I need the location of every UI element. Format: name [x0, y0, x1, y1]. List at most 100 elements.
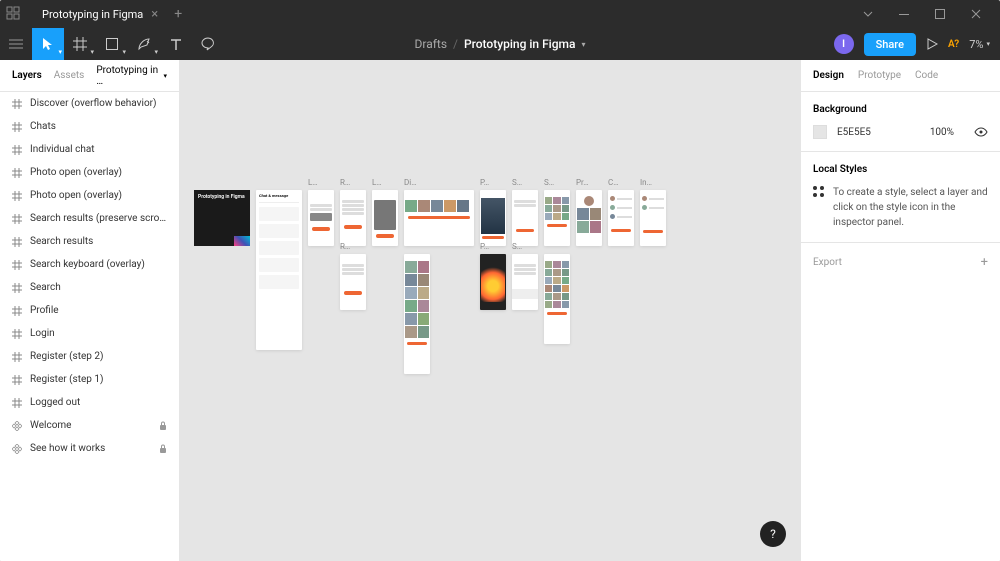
canvas[interactable]: Prototyping in Figma Chat & message L… R…	[180, 60, 800, 561]
figma-menu-icon[interactable]	[6, 6, 22, 22]
layer-row[interactable]: Login	[0, 322, 179, 345]
page-selector[interactable]: Prototyping in … ▾	[96, 65, 167, 87]
file-tab[interactable]: Prototyping in Figma ×	[34, 7, 166, 22]
canvas-frame[interactable]: P…	[480, 254, 506, 310]
workspace: Layers Assets Prototyping in … ▾ Discove…	[0, 60, 1000, 561]
tab-layers[interactable]: Layers	[12, 70, 42, 81]
layer-row[interactable]: Profile	[0, 299, 179, 322]
visibility-toggle-icon[interactable]	[974, 127, 988, 137]
zoom-value: 7%	[969, 38, 983, 51]
hamburger-menu-icon[interactable]	[0, 28, 32, 60]
comment-tool[interactable]	[192, 28, 224, 60]
canvas-frame[interactable]: S…	[512, 254, 538, 310]
frame-icon	[12, 191, 22, 201]
layer-name: Login	[30, 328, 167, 339]
layer-row[interactable]: Search keyboard (overlay)	[0, 253, 179, 276]
layer-row[interactable]: Logged out	[0, 391, 179, 414]
layer-name: Profile	[30, 305, 167, 316]
color-hex-input[interactable]: E5E5E5	[837, 127, 920, 138]
layer-name: Photo open (overlay)	[30, 190, 167, 201]
canvas-frame[interactable]: L…	[372, 190, 398, 246]
frame-icon	[12, 283, 22, 293]
left-panel-tabs: Layers Assets Prototyping in … ▾	[0, 60, 179, 92]
frame-icon	[12, 329, 22, 339]
lock-icon[interactable]	[159, 444, 167, 453]
text-tool[interactable]	[160, 28, 192, 60]
layer-row[interactable]: Individual chat	[0, 138, 179, 161]
canvas-frame[interactable]: R…	[340, 190, 366, 246]
canvas-frame[interactable]: Pr…	[576, 190, 602, 246]
chevron-down-icon[interactable]: ▾	[581, 40, 585, 49]
layers-list[interactable]: Discover (overflow behavior)ChatsIndivid…	[0, 92, 179, 561]
layer-row[interactable]: Photo open (overlay)	[0, 184, 179, 207]
canvas-frame[interactable]: Chat & message	[256, 190, 302, 350]
minimize-button[interactable]	[886, 0, 922, 28]
canvas-frame[interactable]: S…	[544, 190, 570, 246]
section-title: Background	[813, 104, 988, 115]
layer-row[interactable]: Register (step 2)	[0, 345, 179, 368]
breadcrumb-folder[interactable]: Drafts	[415, 37, 448, 51]
title-bar: Prototyping in Figma × +	[0, 0, 1000, 28]
share-button[interactable]: Share	[864, 33, 916, 56]
canvas-frame[interactable]: P…	[480, 190, 506, 246]
close-button[interactable]	[958, 0, 994, 28]
frame-icon	[12, 122, 22, 132]
canvas-frame[interactable]: In…	[640, 190, 666, 246]
tab-design[interactable]: Design	[813, 70, 844, 81]
user-avatar[interactable]: I	[834, 34, 854, 54]
component-icon	[12, 444, 22, 454]
chevron-down-icon: ▾	[986, 40, 990, 48]
layer-row[interactable]: Search	[0, 276, 179, 299]
frame-tool[interactable]: ▾	[64, 28, 96, 60]
window-controls	[850, 0, 994, 28]
figma-app: Prototyping in Figma × + ▾ ▾ ▾ ▾	[0, 0, 1000, 561]
layer-row[interactable]: Discover (overflow behavior)	[0, 92, 179, 115]
styles-hint-text: To create a style, select a layer and cl…	[833, 185, 988, 230]
zoom-selector[interactable]: 7% ▾	[969, 38, 990, 51]
right-panel: Design Prototype Code Background E5E5E5 …	[800, 60, 1000, 561]
chevron-down-icon: ▾	[90, 48, 94, 56]
color-swatch[interactable]	[813, 125, 827, 139]
cover-frame[interactable]: Prototyping in Figma	[194, 190, 250, 246]
layer-row[interactable]: Search results (preserve scroll po…	[0, 207, 179, 230]
frame-icon	[12, 145, 22, 155]
canvas-frame[interactable]: L…	[308, 190, 334, 246]
present-icon[interactable]	[926, 38, 938, 50]
maximize-button[interactable]	[922, 0, 958, 28]
chevron-down-icon[interactable]	[850, 0, 886, 28]
file-tab-label: Prototyping in Figma	[42, 8, 143, 21]
layer-row[interactable]: Photo open (overlay)	[0, 161, 179, 184]
layer-row[interactable]: Chats	[0, 115, 179, 138]
layer-name: See how it works	[30, 443, 151, 454]
component-icon	[12, 421, 22, 431]
canvas-frame[interactable]: C…	[608, 190, 634, 246]
tab-code[interactable]: Code	[915, 70, 938, 81]
left-panel: Layers Assets Prototyping in … ▾ Discove…	[0, 60, 180, 561]
close-tab-icon[interactable]: ×	[151, 7, 158, 22]
move-tool[interactable]: ▾	[32, 28, 64, 60]
canvas-frame[interactable]: Di…	[404, 190, 474, 246]
missing-fonts-icon[interactable]: A?	[948, 39, 959, 50]
layer-row[interactable]: Register (step 1)	[0, 368, 179, 391]
tab-prototype[interactable]: Prototype	[858, 70, 901, 81]
shape-tool[interactable]: ▾	[96, 28, 128, 60]
canvas-frame[interactable]	[404, 254, 430, 374]
add-export-button[interactable]: +	[981, 255, 988, 270]
layer-row[interactable]: Welcome	[0, 414, 179, 437]
pen-tool[interactable]: ▾	[128, 28, 160, 60]
canvas-frame[interactable]	[544, 254, 570, 344]
canvas-frame[interactable]: S…	[512, 190, 538, 246]
breadcrumb[interactable]: Drafts / Prototyping in Figma ▾	[415, 37, 586, 51]
canvas-frame[interactable]: R…	[340, 254, 366, 310]
right-panel-tabs: Design Prototype Code	[801, 60, 1000, 92]
new-tab-button[interactable]: +	[174, 6, 182, 22]
layer-row[interactable]: Search results	[0, 230, 179, 253]
opacity-input[interactable]: 100%	[930, 127, 954, 138]
layer-row[interactable]: See how it works	[0, 437, 179, 460]
breadcrumb-file[interactable]: Prototyping in Figma	[464, 37, 575, 51]
layer-name: Search results	[30, 236, 167, 247]
lock-icon[interactable]	[159, 421, 167, 430]
tab-assets[interactable]: Assets	[54, 70, 85, 81]
help-button[interactable]: ?	[760, 521, 786, 547]
page-name: Prototyping in …	[96, 65, 160, 87]
